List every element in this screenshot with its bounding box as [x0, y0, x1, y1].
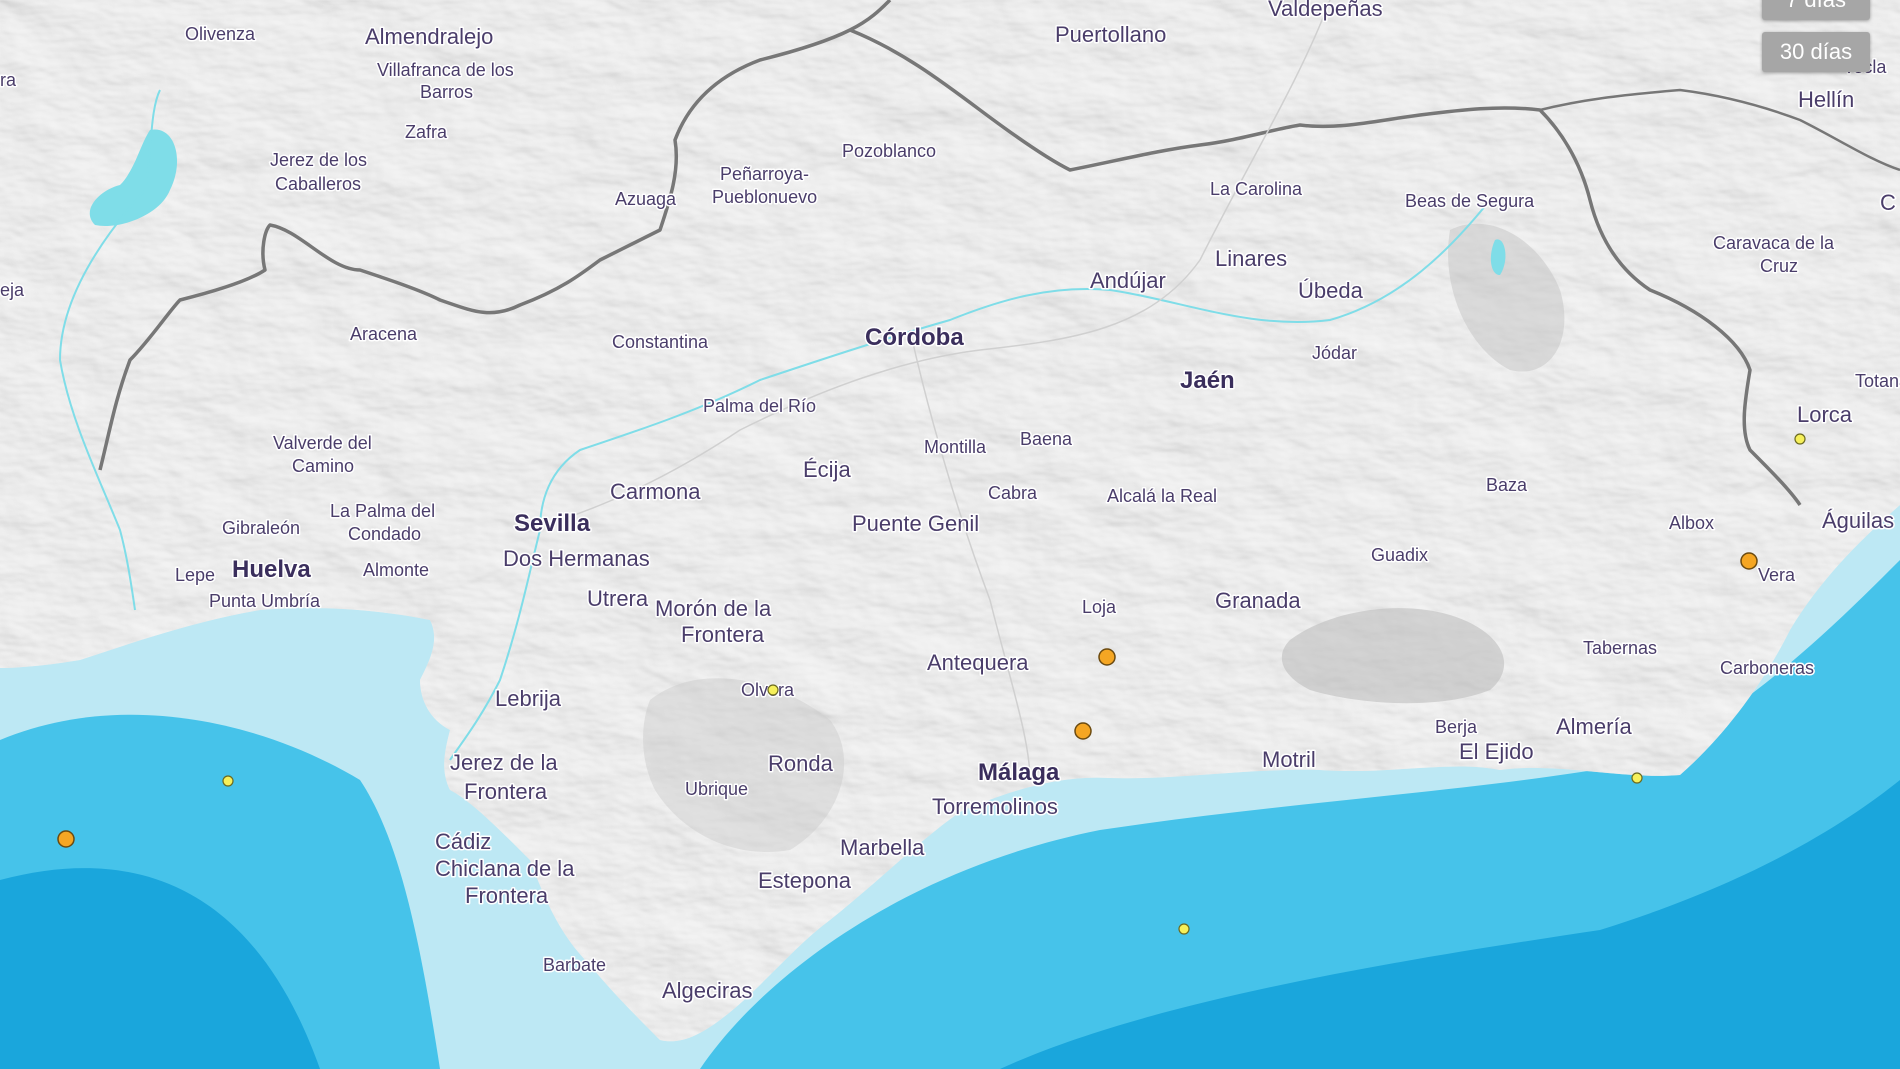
city-label: Olivenza — [185, 24, 256, 44]
city-label: Jerez de la — [450, 750, 558, 775]
city-label: La Palma del — [330, 501, 435, 521]
city-label: Úbeda — [1298, 278, 1364, 303]
city-label: Antequera — [927, 650, 1029, 675]
city-label: Carmona — [610, 479, 701, 504]
city-label: Cabra — [988, 483, 1038, 503]
city-label: Montilla — [924, 437, 987, 457]
city-label: Málaga — [978, 759, 1060, 786]
earthquake-marker[interactable] — [1794, 433, 1806, 445]
city-label: Lorca — [1797, 402, 1853, 427]
map-overlay: Olivenza Almendralejo Villafranca de los… — [0, 0, 1900, 1005]
city-label: Albox — [1669, 513, 1714, 533]
city-label: Motril — [1262, 747, 1316, 772]
city-label: Gibraleón — [222, 518, 300, 538]
earthquake-marker[interactable] — [1178, 923, 1190, 935]
city-label: Barbate — [543, 955, 606, 975]
city-label: Huelva — [232, 556, 311, 583]
city-label: Tabernas — [1583, 638, 1657, 658]
city-label: Sevilla — [514, 510, 591, 537]
city-label: Águilas — [1822, 508, 1894, 533]
earthquake-marker[interactable] — [57, 830, 75, 848]
city-label: Camino — [292, 456, 354, 476]
city-label: Dos Hermanas — [503, 546, 650, 571]
city-label: Morón de la — [655, 596, 772, 621]
city-label: Loja — [1082, 597, 1117, 617]
city-label: Lepe — [175, 565, 215, 585]
city-label: Vera — [1758, 565, 1796, 585]
city-label: Baena — [1020, 429, 1073, 449]
city-label: Puertollano — [1055, 22, 1166, 47]
city-label: Palma del Río — [703, 396, 816, 416]
city-label: Cádiz — [435, 829, 491, 854]
city-label: Frontera — [681, 622, 765, 647]
city-label: Écija — [803, 457, 851, 482]
city-label: Caballeros — [275, 174, 361, 194]
city-label: Hellín — [1798, 87, 1854, 112]
filter-30-days-button[interactable]: 30 días — [1762, 32, 1870, 72]
earthquake-marker[interactable] — [222, 775, 234, 787]
city-label: Marbella — [840, 835, 925, 860]
city-label: Condado — [348, 524, 421, 544]
earthquake-marker[interactable] — [1074, 722, 1092, 740]
city-label: Villafranca de los — [377, 60, 514, 80]
city-label: Azuaga — [615, 189, 677, 209]
city-label: Berja — [1435, 717, 1478, 737]
city-label: Frontera — [464, 779, 548, 804]
city-label: Estepona — [758, 868, 852, 893]
city-label: Alcalá la Real — [1107, 486, 1217, 506]
city-label: Almería — [1556, 714, 1633, 739]
city-label: Pueblonuevo — [712, 187, 817, 207]
city-label: Guadix — [1371, 545, 1428, 565]
city-label: Andújar — [1090, 268, 1166, 293]
city-label: Chiclana de la — [435, 856, 575, 881]
city-label: Torremolinos — [932, 794, 1058, 819]
city-label: C — [1880, 190, 1896, 215]
city-label: La Carolina — [1210, 179, 1303, 199]
city-label: Jerez de los — [270, 150, 367, 170]
city-label: Ubrique — [685, 779, 748, 799]
city-label: Peñarroya- — [720, 164, 809, 184]
city-label: Baza — [1486, 475, 1528, 495]
city-label: Valdepeñas — [1268, 0, 1383, 21]
city-label: Puente Genil — [852, 511, 979, 536]
city-label: Punta Umbría — [209, 591, 321, 611]
city-labels: Olivenza Almendralejo Villafranca de los… — [0, 0, 1900, 1005]
city-label: Zafra — [405, 122, 448, 142]
city-label: eja — [0, 280, 25, 300]
city-label: Totana — [1855, 371, 1900, 391]
city-label: Beas de Segura — [1405, 191, 1535, 211]
earthquake-marker[interactable] — [767, 684, 779, 696]
earthquake-marker[interactable] — [1098, 648, 1116, 666]
city-label: Frontera — [465, 883, 549, 908]
city-label: Linares — [1215, 246, 1287, 271]
city-label: El Ejido — [1459, 739, 1534, 764]
city-label: Jaén — [1180, 367, 1235, 394]
city-label: Algeciras — [662, 978, 752, 1003]
city-label: Aracena — [350, 324, 418, 344]
earthquake-markers — [57, 433, 1806, 935]
city-label: Barros — [420, 82, 473, 102]
earthquake-marker[interactable] — [1740, 552, 1758, 570]
city-label: Constantina — [612, 332, 709, 352]
city-label: Almendralejo — [365, 24, 493, 49]
city-label: Ronda — [768, 751, 834, 776]
city-label: Valverde del — [273, 433, 372, 453]
city-label: Utrera — [587, 586, 649, 611]
city-label: Córdoba — [865, 324, 964, 351]
city-label: Pozoblanco — [842, 141, 936, 161]
city-label: Jódar — [1312, 343, 1357, 363]
city-label: Lebrija — [495, 686, 562, 711]
city-label: Cruz — [1760, 256, 1798, 276]
city-label: Granada — [1215, 588, 1301, 613]
city-label: Caravaca de la — [1713, 233, 1835, 253]
earthquake-marker[interactable] — [1631, 772, 1643, 784]
city-label: ra — [0, 70, 17, 90]
city-label: Carboneras — [1720, 658, 1814, 678]
city-label: Almonte — [363, 560, 429, 580]
filter-7-days-button[interactable]: 7 días — [1762, 0, 1870, 20]
